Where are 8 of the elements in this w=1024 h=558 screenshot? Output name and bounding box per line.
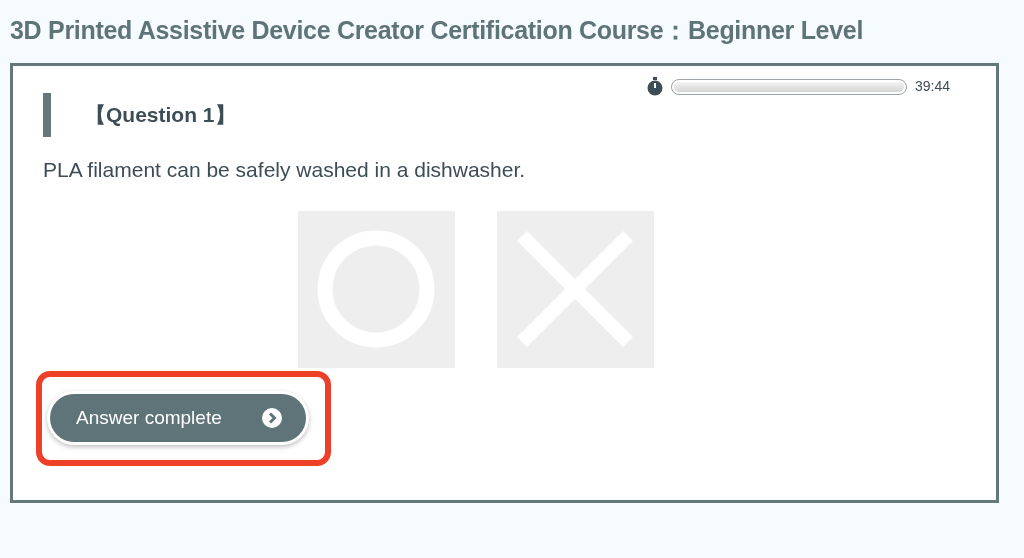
chevron-right-icon xyxy=(262,408,282,428)
heading-accent-bar xyxy=(43,93,51,137)
answer-complete-button[interactable]: Answer complete xyxy=(50,394,306,442)
question-heading: 【Question 1】 xyxy=(85,102,236,129)
question-text: PLA filament can be safely washed in a dishwasher. xyxy=(43,157,526,183)
stopwatch-icon xyxy=(646,77,663,96)
page-title: 3D Printed Assistive Device Creator Certification Course：Beginner Level xyxy=(10,15,864,46)
timer-reading: 39:44 xyxy=(914,77,950,96)
